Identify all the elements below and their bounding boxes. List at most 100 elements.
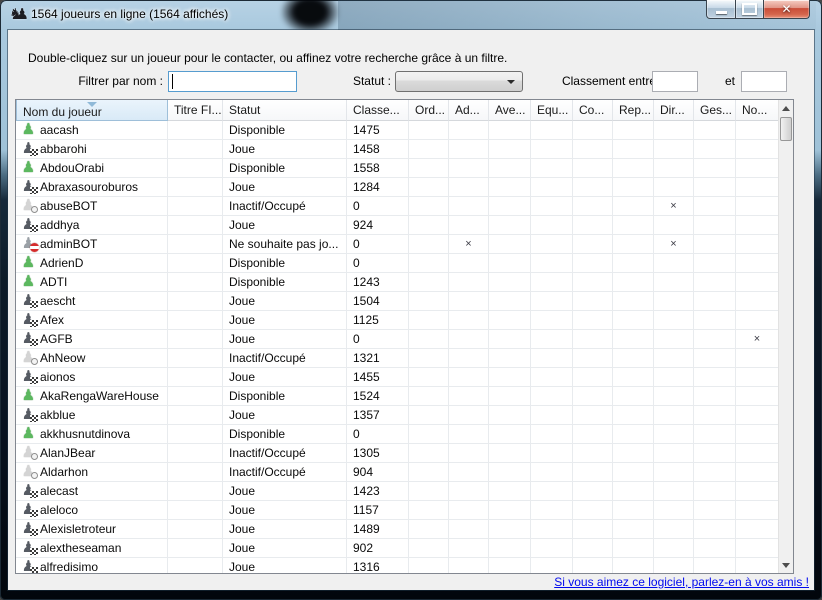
dialog-client-area: Double-cliquez sur un joueur pour le con… bbox=[8, 30, 814, 590]
table-row[interactable]: akblueJoue1357 bbox=[16, 406, 778, 425]
table-row[interactable]: abbarohiJoue1458 bbox=[16, 140, 778, 159]
column-header-no[interactable]: No... bbox=[736, 100, 778, 121]
table-row[interactable]: AfexJoue1125 bbox=[16, 311, 778, 330]
cell-ad bbox=[449, 140, 489, 159]
table-row[interactable]: alelocoJoue1157 bbox=[16, 501, 778, 520]
column-header-titre[interactable]: Titre FI... bbox=[168, 100, 223, 121]
cell-ord bbox=[409, 349, 449, 368]
cell-classement: 1305 bbox=[347, 444, 409, 463]
cell-name: AlanJBear bbox=[16, 444, 168, 463]
table-row[interactable]: alfredisimoJoue1316 bbox=[16, 558, 778, 573]
table-row[interactable]: ADTIDisponible1243 bbox=[16, 273, 778, 292]
cell-dir bbox=[654, 501, 694, 520]
cell-ave bbox=[489, 387, 531, 406]
cell-dir: × bbox=[654, 197, 694, 216]
maximize-button[interactable] bbox=[735, 0, 764, 19]
cell-rep bbox=[613, 197, 654, 216]
chevron-down-icon bbox=[507, 80, 515, 84]
cell-ave bbox=[489, 235, 531, 254]
column-header-rep[interactable]: Rep... bbox=[613, 100, 654, 121]
pawn-available-icon bbox=[20, 159, 37, 176]
table-row[interactable]: alecastJoue1423 bbox=[16, 482, 778, 501]
table-row[interactable]: addhyaJoue924 bbox=[16, 216, 778, 235]
cell-dir bbox=[654, 121, 694, 140]
arrow-up-icon bbox=[782, 106, 790, 111]
cell-statut: Joue bbox=[223, 330, 347, 349]
column-header-label: Classe... bbox=[353, 103, 400, 117]
statut-dropdown[interactable] bbox=[395, 71, 523, 92]
cell-ges bbox=[694, 140, 736, 159]
pawn-playing-icon bbox=[20, 311, 37, 328]
column-header-label: Co... bbox=[579, 103, 604, 117]
cell-name: akkhusnutdinova bbox=[16, 425, 168, 444]
table-row[interactable]: AdrienDDisponible0 bbox=[16, 254, 778, 273]
table-row[interactable]: AldarhonInactif/Occupé904 bbox=[16, 463, 778, 482]
column-header-classement[interactable]: Classe... bbox=[347, 100, 409, 121]
scrollbar-track[interactable] bbox=[779, 116, 794, 557]
pawn-available-icon bbox=[20, 387, 37, 404]
pawn-playing-icon bbox=[20, 330, 37, 347]
cell-equ bbox=[531, 444, 573, 463]
column-header-statut[interactable]: Statut bbox=[223, 100, 347, 121]
player-name: alecast bbox=[40, 484, 78, 498]
cell-classement: 1321 bbox=[347, 349, 409, 368]
table-row[interactable]: aeschtJoue1504 bbox=[16, 292, 778, 311]
window-controls bbox=[707, 0, 810, 19]
column-header-dir[interactable]: Dir... bbox=[654, 100, 694, 121]
table-row[interactable]: AbdouOrabiDisponible1558 bbox=[16, 159, 778, 178]
pawn-playing-icon bbox=[20, 406, 37, 423]
cell-classement: 0 bbox=[347, 330, 409, 349]
table-row[interactable]: adminBOTNe souhaite pas jo...0×× bbox=[16, 235, 778, 254]
table-row[interactable]: abuseBOTInactif/Occupé0× bbox=[16, 197, 778, 216]
classement-min-input[interactable] bbox=[652, 71, 698, 92]
cell-ord bbox=[409, 292, 449, 311]
table-row[interactable]: AbraxasouroburosJoue1284 bbox=[16, 178, 778, 197]
table-row[interactable]: AGFBJoue0× bbox=[16, 330, 778, 349]
cell-name: AhNeow bbox=[16, 349, 168, 368]
scrollbar-thumb[interactable] bbox=[780, 117, 792, 141]
scroll-down-button[interactable] bbox=[779, 557, 794, 573]
table-row[interactable]: AkaRengaWareHouseDisponible1524 bbox=[16, 387, 778, 406]
scroll-up-button[interactable] bbox=[779, 100, 794, 116]
table-row[interactable]: AlexisletroteurJoue1489 bbox=[16, 520, 778, 539]
cell-no bbox=[736, 349, 778, 368]
table-row[interactable]: AlanJBearInactif/Occupé1305 bbox=[16, 444, 778, 463]
column-header-name[interactable]: Nom du joueur bbox=[16, 100, 168, 121]
column-header-ord[interactable]: Ord... bbox=[409, 100, 449, 121]
vertical-scrollbar[interactable] bbox=[778, 100, 793, 573]
cell-titre bbox=[168, 292, 223, 311]
table-row[interactable]: alextheseamanJoue902 bbox=[16, 539, 778, 558]
table-row[interactable]: AhNeowInactif/Occupé1321 bbox=[16, 349, 778, 368]
minimize-button[interactable] bbox=[706, 0, 736, 19]
cell-ges bbox=[694, 159, 736, 178]
column-header-ave[interactable]: Ave... bbox=[489, 100, 531, 121]
column-header-ges[interactable]: Ges... bbox=[694, 100, 736, 121]
cell-no bbox=[736, 501, 778, 520]
cell-co bbox=[573, 254, 613, 273]
classement-max-input[interactable] bbox=[741, 71, 787, 92]
cell-rep bbox=[613, 425, 654, 444]
cell-no bbox=[736, 121, 778, 140]
player-name: ADTI bbox=[40, 275, 67, 289]
filter-name-input[interactable] bbox=[168, 71, 297, 92]
table-row[interactable]: akkhusnutdinovaDisponible0 bbox=[16, 425, 778, 444]
cell-statut: Joue bbox=[223, 539, 347, 558]
cell-no bbox=[736, 406, 778, 425]
cell-titre bbox=[168, 463, 223, 482]
column-header-equ[interactable]: Equ... bbox=[531, 100, 573, 121]
cell-co bbox=[573, 463, 613, 482]
cell-classement: 1284 bbox=[347, 178, 409, 197]
close-button[interactable] bbox=[763, 0, 810, 19]
cell-equ bbox=[531, 387, 573, 406]
column-header-co[interactable]: Co... bbox=[573, 100, 613, 121]
pawn-playing-icon bbox=[20, 520, 37, 537]
column-header-ad[interactable]: Ad... bbox=[449, 100, 489, 121]
cell-titre bbox=[168, 178, 223, 197]
table-row[interactable]: aionosJoue1455 bbox=[16, 368, 778, 387]
table-row[interactable]: aacashDisponible1475 bbox=[16, 121, 778, 140]
cell-dir bbox=[654, 558, 694, 573]
title-bar[interactable]: 1564 joueurs en ligne (1564 affichés) bbox=[0, 0, 822, 30]
cell-ave bbox=[489, 425, 531, 444]
share-link[interactable]: Si vous aimez ce logiciel, parlez-en à v… bbox=[554, 575, 809, 589]
cell-co bbox=[573, 349, 613, 368]
